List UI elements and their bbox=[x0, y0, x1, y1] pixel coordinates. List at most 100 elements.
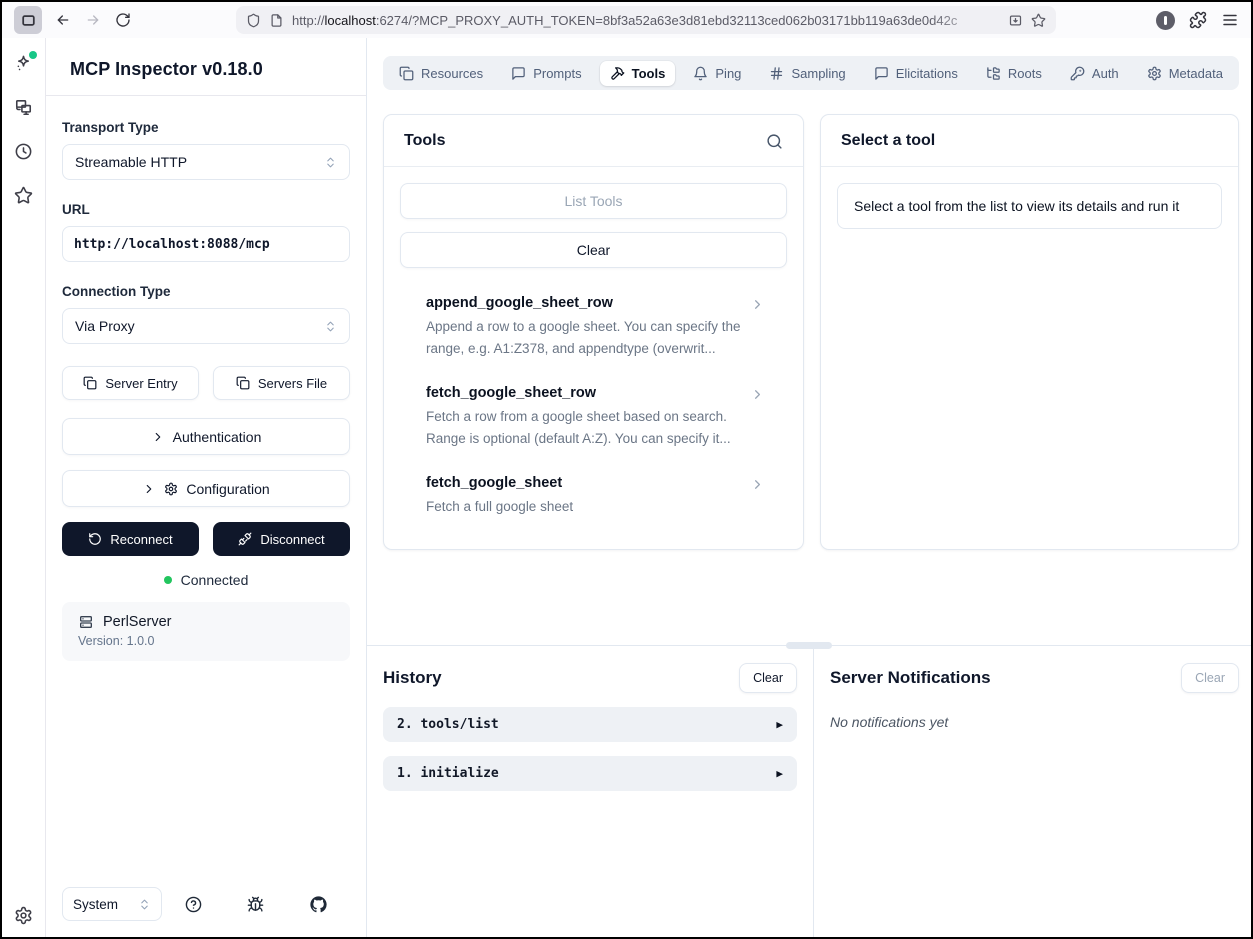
browser-toolbar: http://localhost:6274/?MCP_PROXY_AUTH_TO… bbox=[2, 2, 1251, 38]
tool-description: Fetch a row from a google sheet based on… bbox=[426, 406, 743, 449]
disconnect-button[interactable]: Disconnect bbox=[213, 522, 350, 556]
extensions-puzzle-icon[interactable] bbox=[1189, 11, 1207, 29]
clock-icon bbox=[14, 142, 33, 161]
panel-resize-divider[interactable] bbox=[367, 645, 1251, 646]
tab-elicitations[interactable]: Elicitations bbox=[864, 61, 968, 86]
history-entry[interactable]: 2. tools/list ▶ bbox=[383, 707, 797, 742]
tool-list-item[interactable]: fetch_google_sheet Fetch a full google s… bbox=[384, 462, 803, 531]
disconnect-label: Disconnect bbox=[260, 532, 324, 547]
chevrons-up-down-icon bbox=[138, 898, 151, 911]
transport-type-select[interactable]: Streamable HTTP bbox=[62, 144, 350, 180]
save-page-icon[interactable] bbox=[1008, 13, 1023, 28]
expand-play-icon: ▶ bbox=[776, 767, 783, 780]
server-url-input[interactable]: http://localhost:8088/mcp bbox=[62, 226, 350, 262]
tab-tools[interactable]: Tools bbox=[600, 61, 676, 86]
configuration-expander[interactable]: Configuration bbox=[62, 470, 350, 507]
bookmark-star-icon[interactable] bbox=[1031, 13, 1046, 28]
history-entry[interactable]: 1. initialize ▶ bbox=[383, 756, 797, 791]
select-tool-panel: Select a tool Select a tool from the lis… bbox=[820, 114, 1239, 550]
server-entry-button[interactable]: Server Entry bbox=[62, 366, 199, 400]
tab-resources[interactable]: Resources bbox=[389, 61, 493, 86]
reload-button[interactable] bbox=[108, 5, 138, 35]
main-content: Resources Prompts Tools Ping Sampling El… bbox=[367, 38, 1251, 937]
tab-bar: Resources Prompts Tools Ping Sampling El… bbox=[383, 56, 1239, 90]
url-text[interactable]: http://localhost:6274/?MCP_PROXY_AUTH_TO… bbox=[292, 13, 1000, 28]
history-entry-text: 1. initialize bbox=[397, 766, 499, 781]
tab-prompts[interactable]: Prompts bbox=[501, 61, 591, 86]
mcp-sidebar: MCP Inspector v0.18.0 Transport Type Str… bbox=[46, 38, 367, 937]
tab-sampling[interactable]: Sampling bbox=[759, 61, 855, 86]
reconnect-button[interactable]: Reconnect bbox=[62, 522, 199, 556]
chevron-right-icon bbox=[750, 477, 765, 497]
search-icon[interactable] bbox=[766, 133, 783, 150]
browser-window: http://localhost:6274/?MCP_PROXY_AUTH_TO… bbox=[2, 2, 1251, 937]
select-tool-title: Select a tool bbox=[841, 132, 935, 150]
tab-metadata[interactable]: Metadata bbox=[1137, 61, 1233, 86]
help-icon[interactable] bbox=[185, 896, 202, 913]
page-info-icon[interactable] bbox=[269, 13, 284, 28]
clear-tools-button[interactable]: Clear bbox=[400, 232, 787, 268]
history-button[interactable] bbox=[14, 142, 33, 161]
resize-handle[interactable] bbox=[786, 642, 832, 649]
select-tool-hint: Select a tool from the list to view its … bbox=[837, 183, 1222, 229]
bug-report-icon[interactable] bbox=[247, 896, 264, 913]
chevron-right-icon bbox=[142, 482, 156, 496]
servers-file-label: Servers File bbox=[258, 376, 327, 391]
connection-status-text: Connected bbox=[181, 572, 249, 588]
tool-name: fetch_google_sheet bbox=[426, 475, 743, 491]
connected-dot bbox=[164, 576, 172, 584]
connection-type-select[interactable]: Via Proxy bbox=[62, 308, 350, 344]
connection-type-label: Connection Type bbox=[62, 284, 350, 299]
server-icon bbox=[78, 614, 94, 630]
authentication-label: Authentication bbox=[173, 429, 262, 445]
sidebar-footer: System bbox=[46, 887, 366, 937]
copy-icon bbox=[83, 376, 97, 390]
address-bar[interactable]: http://localhost:6274/?MCP_PROXY_AUTH_TO… bbox=[236, 6, 1056, 34]
sidebar-toggle-button[interactable] bbox=[14, 6, 42, 34]
clear-history-button[interactable]: Clear bbox=[739, 663, 797, 693]
reconnect-label: Reconnect bbox=[110, 532, 172, 547]
files-icon bbox=[399, 66, 414, 81]
tool-list-item[interactable]: append_google_sheet_row Append a row to … bbox=[384, 282, 803, 372]
github-icon[interactable] bbox=[310, 896, 327, 913]
theme-select[interactable]: System bbox=[62, 887, 162, 921]
bookmarks-button[interactable] bbox=[14, 186, 33, 205]
bell-icon bbox=[693, 66, 708, 81]
back-button[interactable] bbox=[48, 5, 78, 35]
list-tools-button[interactable]: List Tools bbox=[400, 183, 787, 219]
history-title: History bbox=[383, 668, 442, 688]
configuration-label: Configuration bbox=[186, 481, 269, 497]
servers-file-button[interactable]: Servers File bbox=[213, 366, 350, 400]
chevrons-up-down-icon bbox=[324, 156, 337, 169]
tools-panel: Tools List Tools Clear append_google_she… bbox=[383, 114, 804, 550]
history-panel: History Clear 2. tools/list ▶ 1. initial… bbox=[367, 646, 814, 937]
tab-ping[interactable]: Ping bbox=[683, 61, 751, 86]
tab-roots[interactable]: Roots bbox=[976, 61, 1052, 86]
server-entry-label: Server Entry bbox=[105, 376, 177, 391]
ai-chat-button[interactable] bbox=[14, 54, 33, 73]
url-rest: :6274/?MCP_PROXY_AUTH_TOKEN=8bf3a52a63e3… bbox=[376, 13, 957, 28]
toolbar-right-icons bbox=[1156, 11, 1239, 30]
tool-description: Fetch a full google sheet bbox=[426, 496, 743, 518]
browser-settings-button[interactable] bbox=[14, 906, 33, 925]
message-icon bbox=[511, 66, 526, 81]
synced-tabs-button[interactable] bbox=[14, 98, 33, 117]
authentication-expander[interactable]: Authentication bbox=[62, 418, 350, 455]
clear-notifications-button[interactable]: Clear bbox=[1181, 663, 1239, 693]
menu-icon[interactable] bbox=[1221, 11, 1239, 29]
tab-auth[interactable]: Auth bbox=[1060, 61, 1129, 86]
info-badge-icon[interactable] bbox=[1156, 11, 1175, 30]
gear-icon bbox=[164, 482, 178, 496]
shield-icon[interactable] bbox=[246, 13, 261, 28]
rotate-ccw-icon bbox=[88, 532, 102, 546]
url-prefix: http:// bbox=[292, 13, 325, 28]
theme-value: System bbox=[73, 897, 118, 912]
tool-name: fetch_google_sheet_row bbox=[426, 385, 743, 401]
reload-icon bbox=[115, 12, 131, 28]
forward-button[interactable] bbox=[78, 5, 108, 35]
key-icon bbox=[1070, 66, 1085, 81]
folder-tree-icon bbox=[986, 66, 1001, 81]
tool-list-item[interactable]: fetch_google_sheet_row Fetch a row from … bbox=[384, 372, 803, 462]
sidebar-toggle-icon bbox=[21, 13, 36, 28]
no-notifications-text: No notifications yet bbox=[830, 714, 1239, 730]
